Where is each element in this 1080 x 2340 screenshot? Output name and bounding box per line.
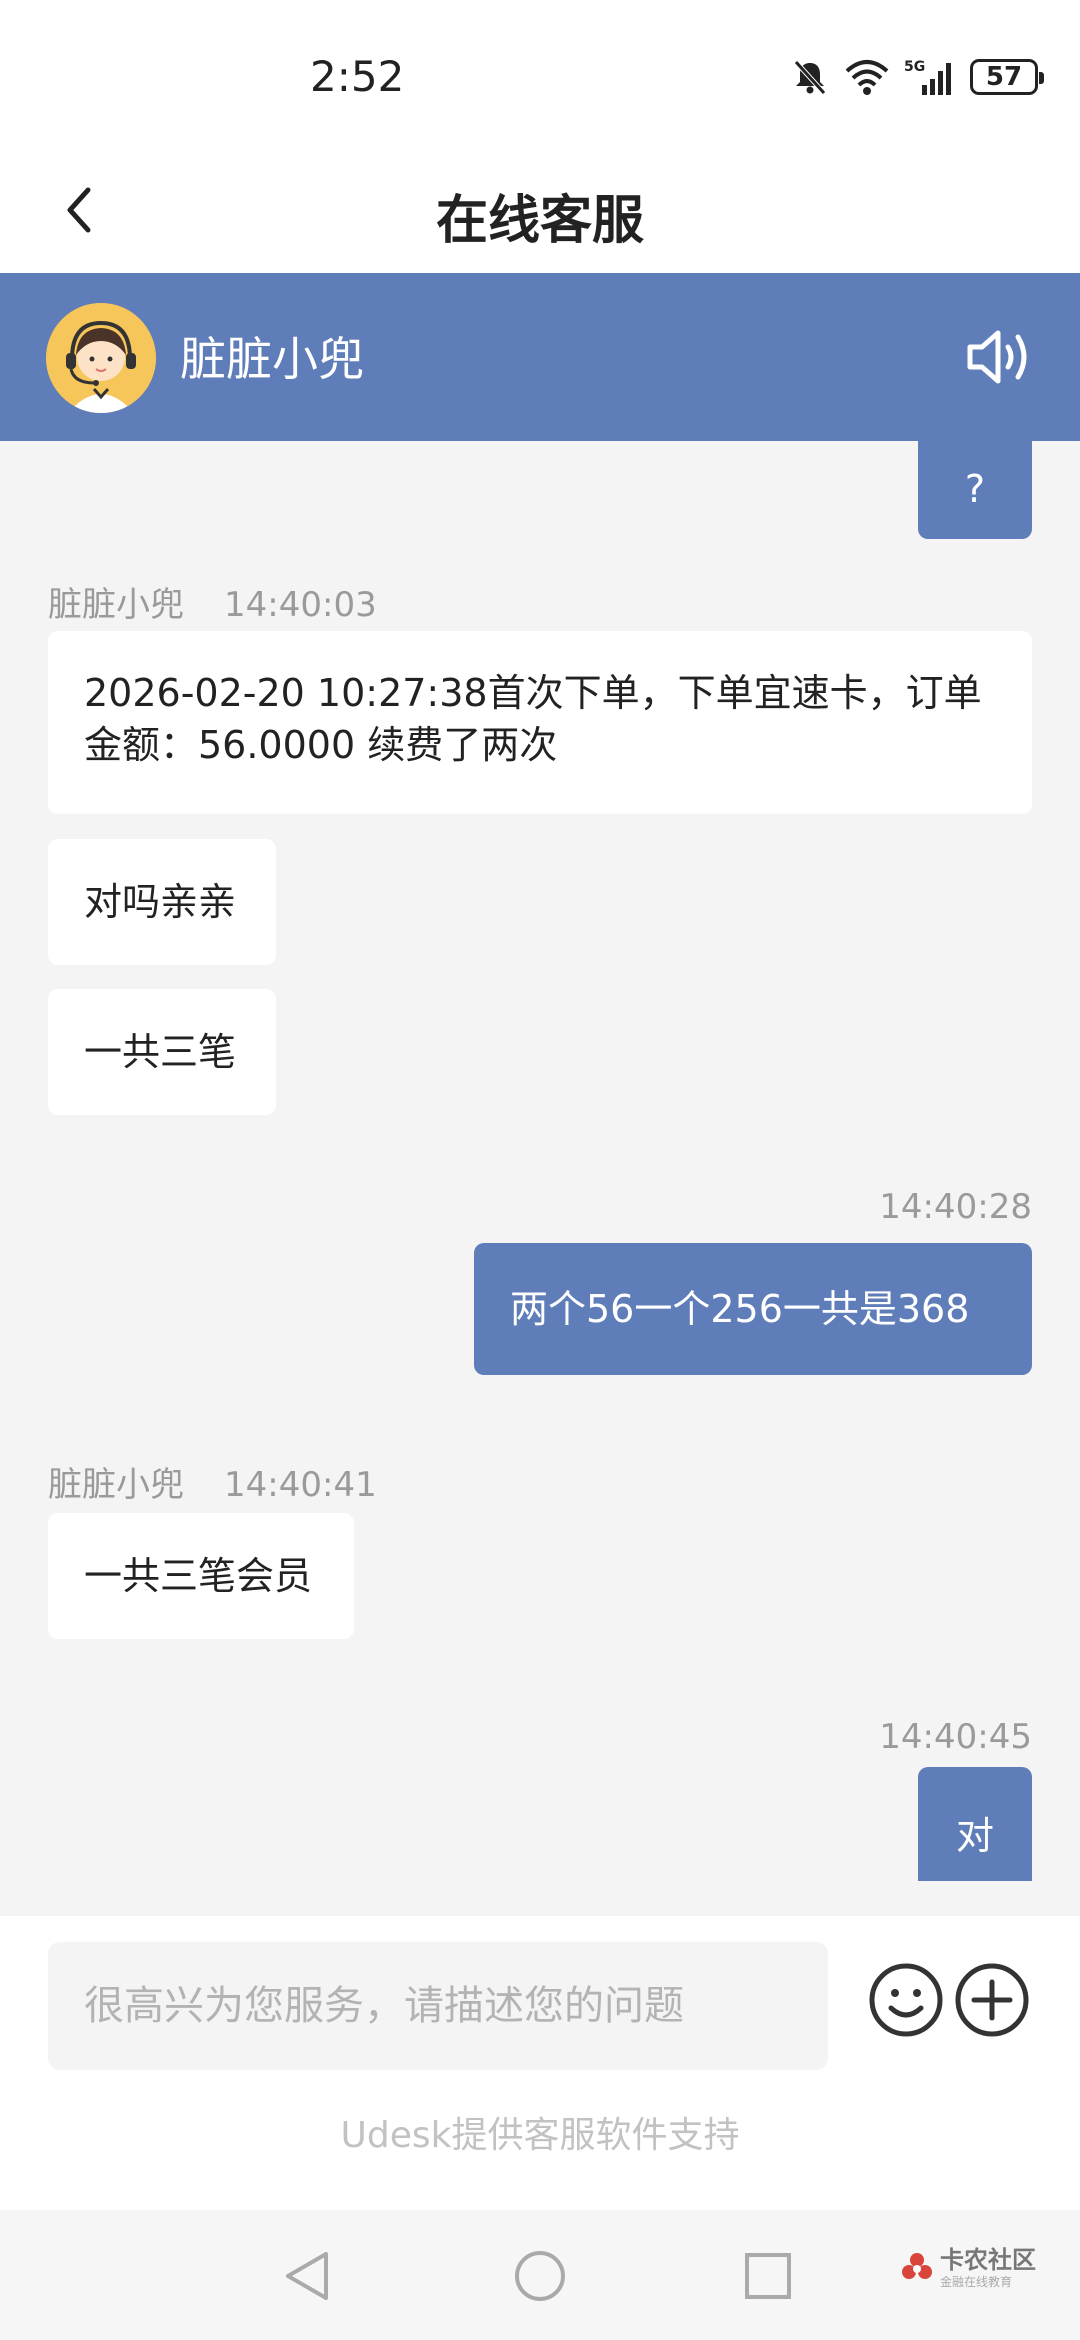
agent-bar: 脏脏小兜 [0, 273, 1080, 441]
message-text: 2026-02-20 10:27:38首次下单，下单宜速卡，订单 [84, 671, 982, 715]
status-time: 2:52 [310, 52, 405, 101]
svg-text:5G: 5G [904, 59, 925, 75]
agent-avatar [46, 303, 156, 413]
message-time: 14:40:03 [224, 585, 377, 625]
emoji-button[interactable] [866, 1960, 946, 2040]
message-text: 对 [955, 1814, 994, 1858]
support-agent-avatar-icon [46, 303, 156, 413]
system-nav-bar: 卡农社区 金融在线教育 [0, 2210, 1080, 2340]
title-bar: 在线客服 [0, 150, 1080, 273]
message-bubble-incoming[interactable]: 一共三笔 [48, 989, 276, 1115]
battery-indicator: 57 [970, 59, 1044, 95]
flower-logo-icon [902, 2253, 932, 2279]
message-text: 一共三笔 [84, 1030, 237, 1074]
message-text: 两个56一个256一共是368 [510, 1287, 970, 1331]
smiley-icon [869, 1963, 943, 2037]
message-meta: 脏脏小兜 14:40:41 [48, 1457, 377, 1506]
page-title: 在线客服 [435, 191, 644, 251]
sender-name: 脏脏小兜 [48, 585, 184, 625]
chat-messages[interactable]: ? 脏脏小兜 14:40:03 2026-02-20 10:27:38首次下单，下… [0, 441, 1080, 1916]
add-attachment-button[interactable] [952, 1960, 1032, 2040]
message-bubble-outgoing[interactable]: ? [918, 441, 1032, 539]
watermark-subtext: 金融在线教育 [940, 2275, 1013, 2289]
status-icons: 5G 57 [790, 56, 1044, 98]
plus-circle-icon [955, 1963, 1029, 2037]
bell-muted-icon [794, 60, 826, 95]
message-time: 14:40:45 [879, 1717, 1032, 1757]
square-recents-icon [745, 2253, 791, 2299]
agent-name: 脏脏小兜 [180, 332, 364, 386]
input-area: Udesk提供客服软件支持 [0, 1916, 1080, 2210]
watermark-logo: 卡农社区 金融在线教育 [900, 2248, 1036, 2288]
watermark-text: 卡农社区 [940, 2246, 1036, 2274]
message-bubble-outgoing[interactable]: 对 [918, 1767, 1032, 1881]
message-text: 金额：56.0000 续费了两次 [84, 723, 558, 767]
triangle-back-icon [286, 2252, 328, 2300]
message-text: ? [964, 467, 986, 511]
speaker-button[interactable] [964, 323, 1036, 391]
message-bubble-incoming[interactable]: 2026-02-20 10:27:38首次下单，下单宜速卡，订单 金额：56.0… [48, 631, 1032, 814]
message-bubble-outgoing[interactable]: 两个56一个256一共是368 [474, 1243, 1032, 1375]
sender-name: 脏脏小兜 [48, 1465, 184, 1505]
wifi-icon [845, 60, 889, 95]
message-bubble-incoming[interactable]: 对吗亲亲 [48, 839, 276, 965]
powered-by-text: Udesk提供客服软件支持 [340, 2115, 740, 2156]
nav-back-button[interactable] [272, 2240, 344, 2312]
message-input[interactable] [48, 1942, 828, 2070]
message-time: 14:40:28 [879, 1187, 1032, 1227]
message-bubble-incoming[interactable]: 一共三笔会员 [48, 1513, 354, 1639]
message-time: 14:40:41 [224, 1465, 377, 1505]
message-text: 对吗亲亲 [84, 880, 237, 924]
circle-home-icon [515, 2251, 565, 2301]
nav-recents-button[interactable] [732, 2240, 804, 2312]
signal-5g-icon: 5G [904, 59, 951, 95]
nav-home-button[interactable] [504, 2240, 576, 2312]
status-bar: 2:52 5G 57 [0, 0, 1080, 150]
message-meta: 脏脏小兜 14:40:03 [48, 577, 377, 626]
speaker-icon [967, 330, 1027, 384]
message-text: 一共三笔会员 [84, 1554, 313, 1598]
